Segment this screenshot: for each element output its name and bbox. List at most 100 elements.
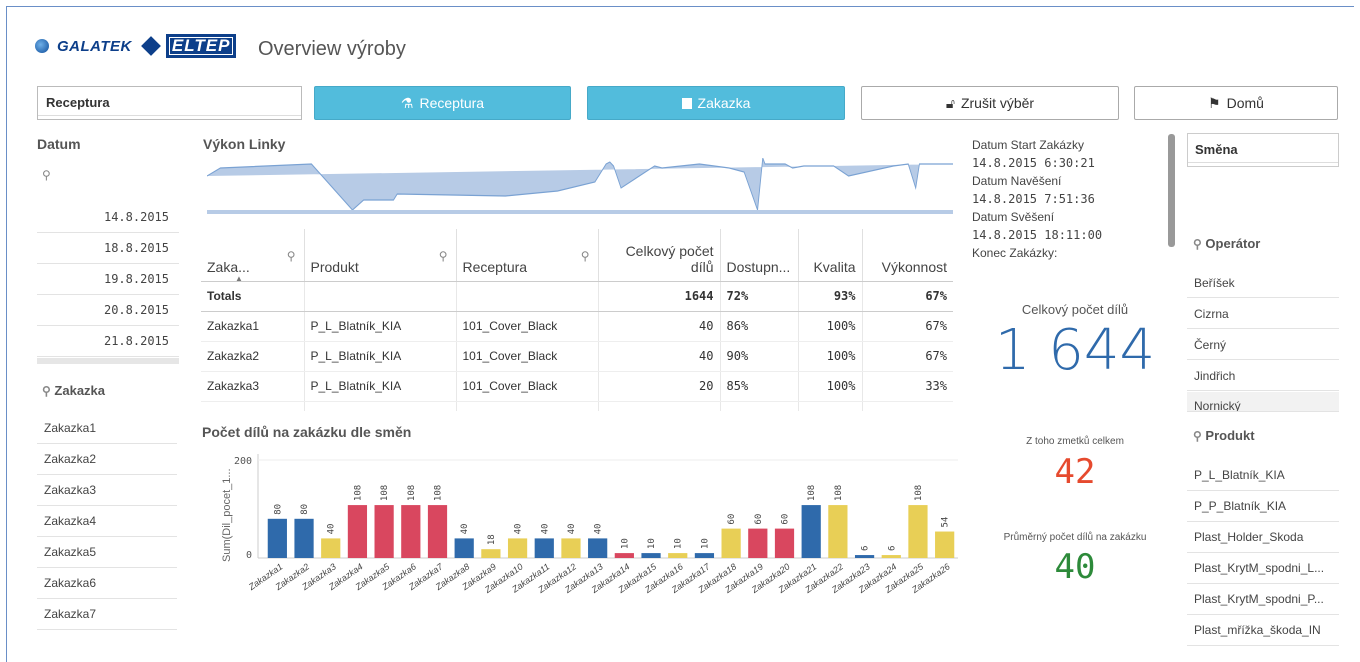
vykon-area [207, 158, 953, 213]
smena-filter[interactable]: Směna [1187, 133, 1339, 167]
produkt-filter-header[interactable]: ⚲ Produkt [1193, 428, 1255, 443]
col-kvalita[interactable]: Kvalita [798, 229, 863, 282]
bar-value-label: 10 [647, 538, 657, 549]
col-produkt[interactable]: Produkt ⚲ [304, 229, 457, 282]
produkt-title: Produkt [1205, 428, 1255, 443]
operator-filter-header[interactable]: ⚲ Operátor [1193, 236, 1260, 251]
cell-produkt[interactable]: P_L_Blatník_KIA [304, 311, 457, 342]
bar-value-label: 108 [434, 485, 444, 501]
col-celkovy-pocet[interactable]: Celkový počet dílů [598, 229, 721, 282]
cell-zakazka[interactable]: Zakazka1 [201, 311, 305, 342]
empty-cell [304, 281, 457, 312]
cell-produkt[interactable]: P_P_Blatník_KIA [304, 401, 457, 411]
bar-chart[interactable]: 2000Sum(Dil_pocet_1... 80Zakazka180Zakazk… [200, 444, 960, 620]
datum-scrollbar[interactable] [37, 358, 179, 364]
bar-value-label: 6 [861, 546, 871, 551]
zakazka-item[interactable]: Zakazka3 [37, 475, 177, 506]
zakazka-item[interactable]: Zakazka1 [37, 413, 177, 444]
naveseni-value: 14.8.2015 7:51:36 [972, 192, 1095, 206]
table-row[interactable]: Zakazka2 P_L_Blatník_KIA 101_Cover_Black… [201, 341, 953, 372]
table-row[interactable]: Zakazka1 P_L_Blatník_KIA 101_Cover_Black… [201, 311, 953, 342]
produkt-item[interactable]: Plast_mřížka_škoda_IN [1187, 615, 1339, 646]
search-icon[interactable]: ⚲ [439, 249, 448, 263]
vykon-area-base [207, 210, 953, 214]
vykon-area-chart[interactable] [207, 158, 953, 214]
bar [561, 538, 581, 558]
bar [721, 528, 741, 558]
bar [294, 518, 314, 558]
cell-vykonnost: 67% [862, 311, 953, 342]
datum-item[interactable]: 18.8.2015 [37, 233, 179, 264]
cell-dostupnost: 90% [720, 341, 799, 372]
current-selection-box[interactable]: Receptura [37, 86, 302, 120]
col-dostupnost[interactable]: Dostupn... [720, 229, 799, 282]
clear-selection-button[interactable]: 🔓︎ Zrušit výběr [861, 86, 1119, 120]
datum-item[interactable]: 21.8.2015 [37, 326, 179, 357]
cell-zakazka[interactable]: Zakazka3 [201, 371, 305, 402]
logo-eltep: ELTEP [165, 34, 237, 58]
produkt-item[interactable]: Plast_KrytM_spodni_P... [1187, 584, 1339, 615]
operator-item[interactable]: Cizrna [1187, 299, 1339, 329]
operator-item[interactable]: Černý [1187, 330, 1339, 360]
home-button[interactable]: ⚑ Domů [1134, 86, 1338, 120]
search-icon[interactable]: ⚲ [581, 249, 590, 263]
col-vykonnost[interactable]: Výkonnost [862, 229, 953, 282]
datum-item[interactable]: 14.8.2015 [37, 202, 179, 233]
col-zakazka[interactable]: Zaka... ⚲ ▲ [201, 229, 305, 283]
receptura-button[interactable]: ⚗ Receptura [314, 86, 571, 120]
search-icon[interactable]: ⚲ [287, 249, 296, 263]
operator-item[interactable]: Beříšek [1187, 268, 1339, 298]
cell-produkt[interactable]: P_L_Blatník_KIA [304, 341, 457, 372]
cell-receptura[interactable]: 101_Cover_Black [456, 341, 599, 372]
cell-count: 40 [598, 311, 721, 342]
bar-value-label: 40 [567, 524, 577, 535]
produkt-item[interactable]: P_P_Blatník_KIA [1187, 491, 1339, 522]
zakazka-filter-header[interactable]: ⚲ Zakazka [42, 383, 105, 398]
operator-title: Operátor [1205, 236, 1261, 251]
zakazka-button[interactable]: Zakazka [587, 86, 845, 120]
totals-row: Totals 1644 72% 93% 67% [201, 281, 953, 312]
bar [588, 538, 608, 558]
table-row[interactable]: Zakazka3 P_L_Blatník_KIA 101_Cover_Black… [201, 371, 953, 402]
info-panel: Datum Start Zakázky 14.8.2015 6:30:21 Da… [972, 136, 1102, 262]
bar [614, 553, 634, 558]
cell-zakazka[interactable]: Zakazka2 [201, 341, 305, 372]
zakazka-item[interactable]: Zakazka5 [37, 537, 177, 568]
naveseni-label: Datum Navěšení [972, 174, 1062, 188]
zakazka-item[interactable]: Zakazka2 [37, 444, 177, 475]
produkt-item[interactable]: P_L_Blatník_KIA [1187, 460, 1339, 491]
kpi-scrap-value: 42 [1054, 452, 1096, 492]
search-icon[interactable]: ⚲ [42, 168, 51, 182]
cell-receptura[interactable]: 101_Cover_Black [456, 401, 599, 411]
cell-receptura[interactable]: 101_Cover_Black [456, 371, 599, 402]
table-row[interactable]: Zakazka4 P_P_Blatník_KIA 101_Cover_Black… [201, 401, 953, 411]
unlock-icon: 🔓︎ [945, 94, 955, 111]
cell-produkt[interactable]: P_L_Blatník_KIA [304, 371, 457, 402]
zakazka-item[interactable]: Zakazka4 [37, 506, 177, 537]
zakazka-table[interactable]: Zaka... ⚲ ▲ Produkt ⚲ Receptura ⚲ Celkov… [201, 229, 953, 411]
operator-item[interactable]: Jindřich [1187, 361, 1339, 391]
logo-galatek: GALATEK [57, 37, 132, 55]
bar [668, 553, 688, 558]
zakazka-item[interactable]: Zakazka7 [37, 599, 177, 630]
bar-value-label: 60 [781, 514, 791, 525]
bar-value-label: 108 [407, 485, 417, 501]
bar [854, 555, 875, 558]
home-button-label: Domů [1226, 95, 1264, 111]
bar-value-label: 108 [807, 485, 817, 501]
bar [908, 505, 928, 558]
produkt-item[interactable]: Plast_KrytM_spodni_L... [1187, 553, 1339, 584]
col-receptura[interactable]: Receptura ⚲ [456, 229, 599, 282]
bar-value-label: 54 [941, 517, 951, 528]
operator-item[interactable]: Nornický [1187, 392, 1339, 412]
datum-item[interactable]: 19.8.2015 [37, 264, 179, 295]
cell-receptura[interactable]: 101_Cover_Black [456, 311, 599, 342]
cell-zakazka[interactable]: Zakazka4 [201, 401, 305, 411]
zakazka-item[interactable]: Zakazka6 [37, 568, 177, 599]
search-icon: ⚲ [42, 384, 51, 398]
datum-item[interactable]: 20.8.2015 [37, 295, 179, 326]
empty-cell [456, 281, 599, 312]
info-scrollbar[interactable] [1168, 134, 1175, 247]
diamond-icon [140, 36, 161, 56]
produkt-item[interactable]: Plast_Holder_Skoda [1187, 522, 1339, 553]
